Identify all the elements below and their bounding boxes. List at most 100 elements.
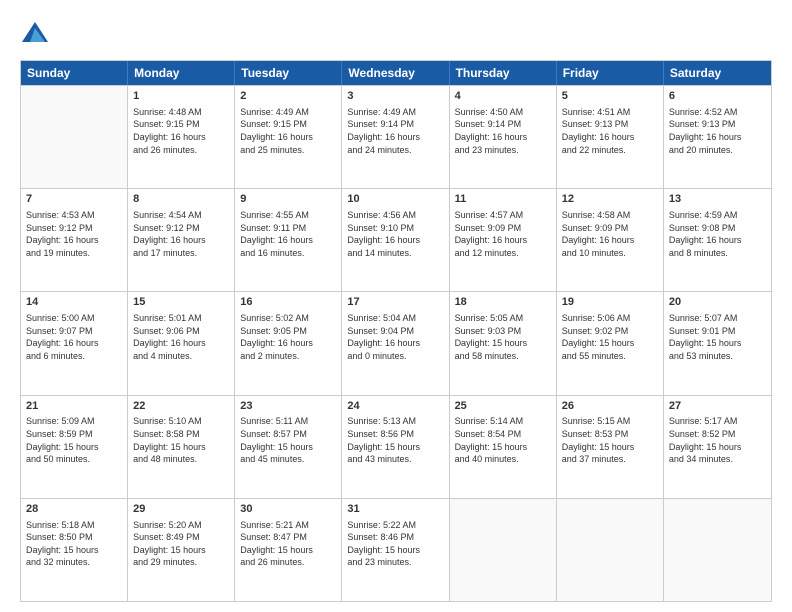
cell-info: Sunrise: 4:51 AM Sunset: 9:13 PM Dayligh… bbox=[562, 106, 658, 156]
cal-cell: 11 Sunrise: 4:57 AM Sunset: 9:09 PM Dayli… bbox=[450, 189, 557, 291]
header-day-friday: Friday bbox=[557, 61, 664, 85]
cell-date: 25 bbox=[455, 399, 551, 414]
calendar-header: SundayMondayTuesdayWednesdayThursdayFrid… bbox=[21, 61, 771, 85]
cal-cell: 19 Sunrise: 5:06 AM Sunset: 9:02 PM Dayli… bbox=[557, 292, 664, 394]
cell-info: Sunrise: 5:18 AM Sunset: 8:50 PM Dayligh… bbox=[26, 519, 122, 569]
cell-date: 26 bbox=[562, 399, 658, 414]
cal-cell: 28 Sunrise: 5:18 AM Sunset: 8:50 PM Dayli… bbox=[21, 499, 128, 601]
cell-date: 7 bbox=[26, 192, 122, 207]
week-row-1: 1Sunrise: 4:48 AM Sunset: 9:15 PM Daylig… bbox=[21, 85, 771, 188]
cell-date: 12 bbox=[562, 192, 658, 207]
week-row-3: 14Sunrise: 5:00 AM Sunset: 9:07 PM Dayli… bbox=[21, 291, 771, 394]
cal-cell: 23Sunrise: 5:11 AM Sunset: 8:57 PM Dayli… bbox=[235, 396, 342, 498]
cell-info: Sunrise: 5:05 AM Sunset: 9:03 PM Dayligh… bbox=[455, 312, 551, 362]
cell-date: 19 bbox=[562, 295, 658, 310]
cell-date: 2 bbox=[240, 89, 336, 104]
cell-info: Sunrise: 4:49 AM Sunset: 9:15 PM Dayligh… bbox=[240, 106, 336, 156]
cell-info: Sunrise: 4:56 AM Sunset: 9:10 PM Dayligh… bbox=[347, 209, 443, 259]
cell-date: 3 bbox=[347, 89, 443, 104]
cell-info: Sunrise: 4:58 AM Sunset: 9:09 PM Dayligh… bbox=[562, 209, 658, 259]
cell-date: 22 bbox=[133, 399, 229, 414]
cal-cell: 22Sunrise: 5:10 AM Sunset: 8:58 PM Dayli… bbox=[128, 396, 235, 498]
cell-date: 27 bbox=[669, 399, 766, 414]
cell-date: 9 bbox=[240, 192, 336, 207]
cell-date: 13 bbox=[669, 192, 766, 207]
cell-date: 8 bbox=[133, 192, 229, 207]
cell-info: Sunrise: 5:22 AM Sunset: 8:46 PM Dayligh… bbox=[347, 519, 443, 569]
cal-cell bbox=[21, 86, 128, 188]
cal-cell: 5 Sunrise: 4:51 AM Sunset: 9:13 PM Daylig… bbox=[557, 86, 664, 188]
cal-cell: 17Sunrise: 5:04 AM Sunset: 9:04 PM Dayli… bbox=[342, 292, 449, 394]
cal-cell: 9 Sunrise: 4:55 AM Sunset: 9:11 PM Daylig… bbox=[235, 189, 342, 291]
cell-date: 15 bbox=[133, 295, 229, 310]
cal-cell: 13 Sunrise: 4:59 AM Sunset: 9:08 PM Dayli… bbox=[664, 189, 771, 291]
cell-info: Sunrise: 5:17 AM Sunset: 8:52 PM Dayligh… bbox=[669, 415, 766, 465]
cell-date: 17 bbox=[347, 295, 443, 310]
cell-info: Sunrise: 5:02 AM Sunset: 9:05 PM Dayligh… bbox=[240, 312, 336, 362]
cell-date: 28 bbox=[26, 502, 122, 517]
calendar-body: 1Sunrise: 4:48 AM Sunset: 9:15 PM Daylig… bbox=[21, 85, 771, 601]
cell-info: Sunrise: 5:06 AM Sunset: 9:02 PM Dayligh… bbox=[562, 312, 658, 362]
cell-info: Sunrise: 4:50 AM Sunset: 9:14 PM Dayligh… bbox=[455, 106, 551, 156]
cell-date: 4 bbox=[455, 89, 551, 104]
cell-info: Sunrise: 4:52 AM Sunset: 9:13 PM Dayligh… bbox=[669, 106, 766, 156]
header-day-thursday: Thursday bbox=[450, 61, 557, 85]
cell-date: 23 bbox=[240, 399, 336, 414]
logo bbox=[20, 20, 54, 50]
cell-info: Sunrise: 5:21 AM Sunset: 8:47 PM Dayligh… bbox=[240, 519, 336, 569]
cal-cell: 6 Sunrise: 4:52 AM Sunset: 9:13 PM Daylig… bbox=[664, 86, 771, 188]
logo-icon bbox=[20, 20, 50, 50]
cell-date: 18 bbox=[455, 295, 551, 310]
cal-cell: 12 Sunrise: 4:58 AM Sunset: 9:09 PM Dayli… bbox=[557, 189, 664, 291]
cal-cell: 3Sunrise: 4:49 AM Sunset: 9:14 PM Daylig… bbox=[342, 86, 449, 188]
cal-cell: 8 Sunrise: 4:54 AM Sunset: 9:12 PM Daylig… bbox=[128, 189, 235, 291]
cell-date: 5 bbox=[562, 89, 658, 104]
header-day-saturday: Saturday bbox=[664, 61, 771, 85]
cell-info: Sunrise: 4:57 AM Sunset: 9:09 PM Dayligh… bbox=[455, 209, 551, 259]
cal-cell: 15 Sunrise: 5:01 AM Sunset: 9:06 PM Dayli… bbox=[128, 292, 235, 394]
header-day-sunday: Sunday bbox=[21, 61, 128, 85]
cal-cell: 26Sunrise: 5:15 AM Sunset: 8:53 PM Dayli… bbox=[557, 396, 664, 498]
cell-date: 20 bbox=[669, 295, 766, 310]
cal-cell: 31 Sunrise: 5:22 AM Sunset: 8:46 PM Dayli… bbox=[342, 499, 449, 601]
cal-cell: 20 Sunrise: 5:07 AM Sunset: 9:01 PM Dayli… bbox=[664, 292, 771, 394]
week-row-2: 7 Sunrise: 4:53 AM Sunset: 9:12 PM Daylig… bbox=[21, 188, 771, 291]
cal-cell: 16 Sunrise: 5:02 AM Sunset: 9:05 PM Dayli… bbox=[235, 292, 342, 394]
cell-date: 11 bbox=[455, 192, 551, 207]
cell-date: 6 bbox=[669, 89, 766, 104]
week-row-4: 21Sunrise: 5:09 AM Sunset: 8:59 PM Dayli… bbox=[21, 395, 771, 498]
cal-cell: 29Sunrise: 5:20 AM Sunset: 8:49 PM Dayli… bbox=[128, 499, 235, 601]
cal-cell: 27Sunrise: 5:17 AM Sunset: 8:52 PM Dayli… bbox=[664, 396, 771, 498]
cell-info: Sunrise: 4:53 AM Sunset: 9:12 PM Dayligh… bbox=[26, 209, 122, 259]
cell-date: 10 bbox=[347, 192, 443, 207]
cell-info: Sunrise: 5:07 AM Sunset: 9:01 PM Dayligh… bbox=[669, 312, 766, 362]
cell-info: Sunrise: 4:54 AM Sunset: 9:12 PM Dayligh… bbox=[133, 209, 229, 259]
cell-info: Sunrise: 5:14 AM Sunset: 8:54 PM Dayligh… bbox=[455, 415, 551, 465]
header-day-wednesday: Wednesday bbox=[342, 61, 449, 85]
cal-cell bbox=[664, 499, 771, 601]
cell-date: 16 bbox=[240, 295, 336, 310]
cal-cell: 21Sunrise: 5:09 AM Sunset: 8:59 PM Dayli… bbox=[21, 396, 128, 498]
cal-cell: 2 Sunrise: 4:49 AM Sunset: 9:15 PM Daylig… bbox=[235, 86, 342, 188]
cell-date: 30 bbox=[240, 502, 336, 517]
cal-cell: 7 Sunrise: 4:53 AM Sunset: 9:12 PM Daylig… bbox=[21, 189, 128, 291]
cell-info: Sunrise: 4:55 AM Sunset: 9:11 PM Dayligh… bbox=[240, 209, 336, 259]
cal-cell: 14Sunrise: 5:00 AM Sunset: 9:07 PM Dayli… bbox=[21, 292, 128, 394]
cell-info: Sunrise: 5:01 AM Sunset: 9:06 PM Dayligh… bbox=[133, 312, 229, 362]
page: SundayMondayTuesdayWednesdayThursdayFrid… bbox=[0, 0, 792, 612]
cell-date: 29 bbox=[133, 502, 229, 517]
cell-info: Sunrise: 5:10 AM Sunset: 8:58 PM Dayligh… bbox=[133, 415, 229, 465]
week-row-5: 28 Sunrise: 5:18 AM Sunset: 8:50 PM Dayli… bbox=[21, 498, 771, 601]
cell-date: 24 bbox=[347, 399, 443, 414]
cell-info: Sunrise: 4:59 AM Sunset: 9:08 PM Dayligh… bbox=[669, 209, 766, 259]
cell-date: 1 bbox=[133, 89, 229, 104]
cell-date: 31 bbox=[347, 502, 443, 517]
cal-cell: 1Sunrise: 4:48 AM Sunset: 9:15 PM Daylig… bbox=[128, 86, 235, 188]
header bbox=[20, 20, 772, 50]
cell-info: Sunrise: 5:15 AM Sunset: 8:53 PM Dayligh… bbox=[562, 415, 658, 465]
cal-cell: 30 Sunrise: 5:21 AM Sunset: 8:47 PM Dayli… bbox=[235, 499, 342, 601]
cal-cell: 24Sunrise: 5:13 AM Sunset: 8:56 PM Dayli… bbox=[342, 396, 449, 498]
calendar: SundayMondayTuesdayWednesdayThursdayFrid… bbox=[20, 60, 772, 602]
cal-cell: 25Sunrise: 5:14 AM Sunset: 8:54 PM Dayli… bbox=[450, 396, 557, 498]
cell-info: Sunrise: 5:09 AM Sunset: 8:59 PM Dayligh… bbox=[26, 415, 122, 465]
